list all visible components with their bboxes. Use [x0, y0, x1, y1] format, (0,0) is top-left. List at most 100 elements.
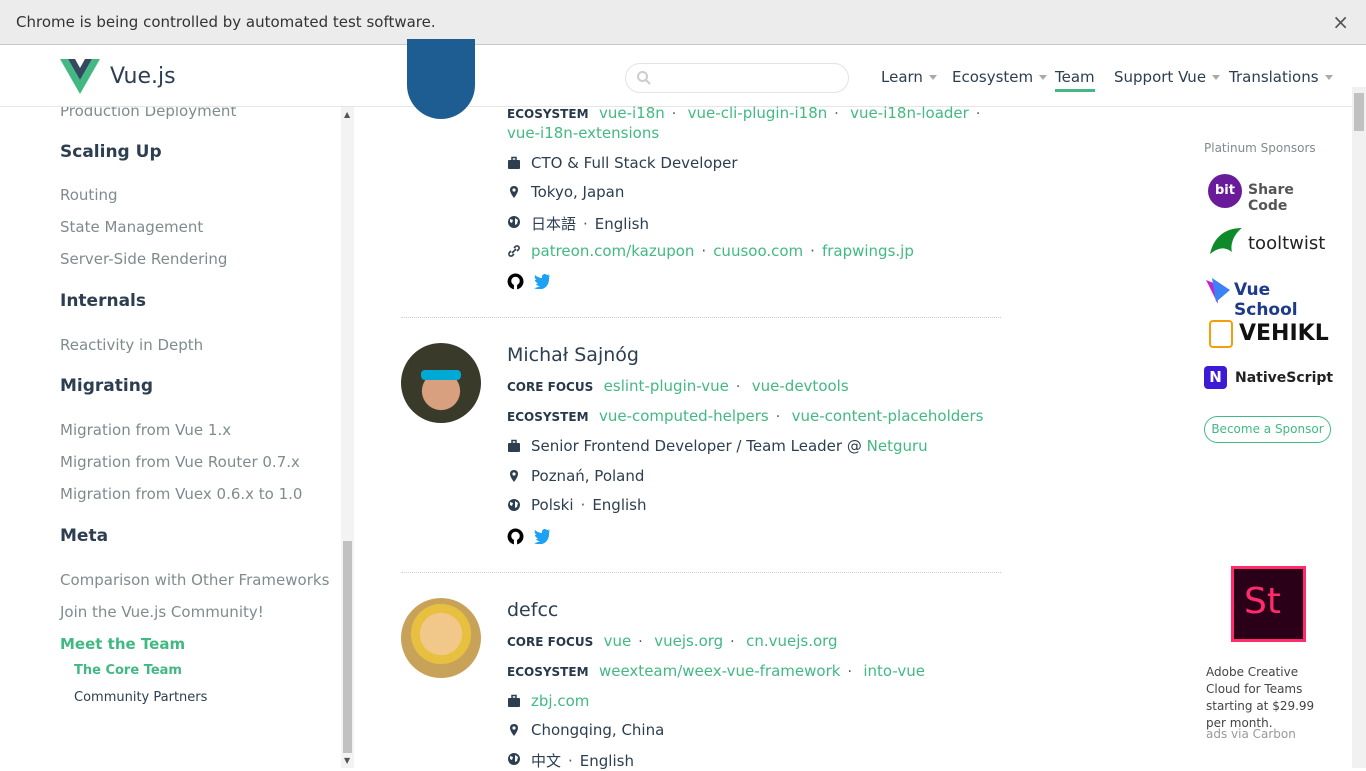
ecosystem-row-cont: vue-i18n-extensions: [507, 124, 659, 142]
chevron-down-icon: [1212, 75, 1221, 80]
project-link[interactable]: vue-content-placeholders: [792, 407, 984, 425]
location-text: Poznań, Poland: [531, 467, 645, 485]
page-scroll-thumb[interactable]: [1354, 93, 1364, 131]
project-link[interactable]: eslint-plugin-vue: [604, 377, 729, 395]
ecosystem-label: ECOSYSTEM: [507, 665, 589, 679]
chevron-down-icon: [1039, 75, 1048, 80]
ecosystem-row: ECOSYSTEM weexteam/weex-vue-framework · i…: [507, 662, 925, 680]
twitter-icon[interactable]: [533, 273, 551, 289]
become-sponsor-button[interactable]: Become a Sponsor: [1204, 416, 1331, 443]
twitter-icon[interactable]: [533, 528, 551, 544]
language: English: [592, 496, 647, 514]
vue-logo-icon[interactable]: [60, 59, 100, 94]
project-link[interactable]: vue-cli-plugin-i18n: [688, 104, 828, 122]
sidebar-item-routing[interactable]: Routing: [60, 186, 118, 204]
sponsor-nativescript[interactable]: N NativeScript: [1204, 366, 1334, 390]
languages-text: Polski · English: [531, 496, 647, 514]
sidebar-item-community[interactable]: Join the Vue.js Community!: [60, 603, 264, 621]
company-link[interactable]: zbj.com: [531, 692, 589, 710]
project-link[interactable]: vuejs.org: [654, 632, 723, 650]
location-text: Tokyo, Japan: [531, 183, 625, 201]
sponsor-tooltwist[interactable]: tooltwist: [1208, 224, 1332, 260]
sponsor-name: Share Code: [1248, 182, 1294, 214]
sidebar-scroll-thumb[interactable]: [343, 541, 352, 753]
sidebar-heading-migrating: Migrating: [60, 376, 153, 396]
sidebar-item-state-management[interactable]: State Management: [60, 218, 203, 236]
sidebar: Production Deployment Scaling Up Routing…: [0, 107, 354, 768]
carbon-ad-via[interactable]: ads via Carbon: [1206, 727, 1296, 741]
page-scrollbar[interactable]: [1352, 87, 1366, 768]
language: English: [579, 752, 634, 770]
links-text: patreon.com/kazupon · cuusoo.com · frapwings…: [531, 242, 914, 260]
carbon-ad-text[interactable]: Adobe Creative Cloud for Teams starting …: [1206, 664, 1330, 732]
member-avatar: [401, 598, 481, 678]
globe-icon: [508, 216, 520, 228]
member-link[interactable]: frapwings.jp: [822, 242, 914, 260]
sponsor-name: NativeScript: [1235, 370, 1334, 386]
globe-icon: [508, 499, 520, 511]
team-member-kazupon: ECOSYSTEM vue-i18n · vue-cli-plugin-i18n ·…: [401, 0, 1001, 318]
sidebar-item-reactivity[interactable]: Reactivity in Depth: [60, 336, 203, 354]
project-link[interactable]: vue-computed-helpers: [599, 407, 769, 425]
member-avatar: [401, 343, 481, 423]
carbon-ad-image[interactable]: St: [1231, 566, 1306, 642]
sponsor-vueschool[interactable]: Vue School: [1206, 278, 1330, 320]
core-focus-row: CORE FOCUS vue · vuejs.org · cn.vuejs.org: [507, 632, 838, 650]
member-link[interactable]: cuusoo.com: [713, 242, 803, 260]
sidebar-item-migration-vuex[interactable]: Migration from Vuex 0.6.x to 1.0: [60, 485, 302, 503]
infobar-text: Chrome is being controlled by automated …: [16, 13, 436, 31]
sidebar-item-ssr[interactable]: Server-Side Rendering: [60, 250, 227, 268]
scroll-up-icon[interactable]: ▲: [344, 110, 350, 119]
sidebar-item-migration-router[interactable]: Migration from Vue Router 0.7.x: [60, 453, 300, 471]
work-text: Senior Frontend Developer / Team Leader …: [531, 437, 928, 455]
logo-text[interactable]: Vue.js: [110, 64, 176, 89]
vueschool-logo-icon: [1206, 278, 1230, 304]
core-focus-row: CORE FOCUS eslint-plugin-vue · vue-devtoo…: [507, 377, 849, 395]
location-text: Chongqing, China: [531, 721, 665, 739]
member-avatar: [407, 39, 475, 119]
map-marker-icon: [510, 470, 518, 482]
github-icon[interactable]: [507, 528, 524, 545]
sidebar-item-comparison[interactable]: Comparison with Other Frameworks: [60, 571, 329, 589]
adobe-st-logo: St: [1244, 581, 1281, 622]
company-link[interactable]: Netguru: [867, 437, 928, 455]
project-link[interactable]: vue-i18n-extensions: [507, 124, 659, 142]
sidebar-subitem-community-partners[interactable]: Community Partners: [74, 690, 207, 705]
bit-logo-icon: bit: [1208, 174, 1242, 208]
scroll-down-icon[interactable]: ▼: [344, 756, 350, 765]
member-link[interactable]: patreon.com/kazupon: [531, 242, 694, 260]
sponsor-bit[interactable]: bit Share Code: [1208, 174, 1332, 214]
sidebar-item-production-deployment[interactable]: Production Deployment: [60, 107, 236, 120]
project-link[interactable]: cn.vuejs.org: [746, 632, 838, 650]
work-title: Senior Frontend Developer / Team Leader …: [531, 437, 867, 455]
language: 日本語: [531, 215, 577, 233]
sidebar-item-meet-the-team[interactable]: Meet the Team: [60, 635, 185, 653]
project-link[interactable]: vue-devtools: [752, 377, 849, 395]
project-link[interactable]: into-vue: [863, 662, 925, 680]
languages-text: 日本語 · English: [531, 215, 649, 233]
nav-translations[interactable]: Translations: [1229, 68, 1333, 86]
sidebar-item-migration-vue1[interactable]: Migration from Vue 1.x: [60, 421, 231, 439]
nativescript-logo-icon: N: [1204, 366, 1227, 389]
nav-support-vue[interactable]: Support Vue: [1114, 68, 1221, 86]
ecosystem-label: ECOSYSTEM: [507, 410, 589, 424]
sponsor-vehikl[interactable]: VEHIKL: [1209, 320, 1333, 348]
globe-icon: [508, 753, 520, 765]
sidebar-heading-internals: Internals: [60, 291, 146, 311]
link-icon: [508, 245, 520, 257]
project-link[interactable]: vue-i18n: [599, 104, 665, 122]
tooltwist-logo-icon: [1210, 228, 1242, 254]
briefcase-icon: [508, 694, 520, 707]
project-link[interactable]: vue: [604, 632, 632, 650]
project-link[interactable]: vue-i18n-loader: [850, 104, 969, 122]
team-member-defcc: defcc CORE FOCUS vue · vuejs.org · cn.vuej…: [401, 573, 1001, 770]
close-icon[interactable]: ×: [1332, 10, 1349, 34]
vehikl-logo-icon: [1209, 320, 1233, 348]
sidebar-heading-meta: Meta: [60, 526, 109, 546]
project-link[interactable]: weexteam/weex-vue-framework: [599, 662, 840, 680]
team-member-michal-sajnog: Michał Sajnóg CORE FOCUS eslint-plugin-v…: [401, 318, 1001, 573]
sunglasses-icon: [421, 370, 461, 380]
sidebar-subitem-core-team[interactable]: The Core Team: [74, 663, 182, 678]
github-icon[interactable]: [507, 273, 524, 290]
nav-team[interactable]: Team: [1055, 68, 1095, 92]
